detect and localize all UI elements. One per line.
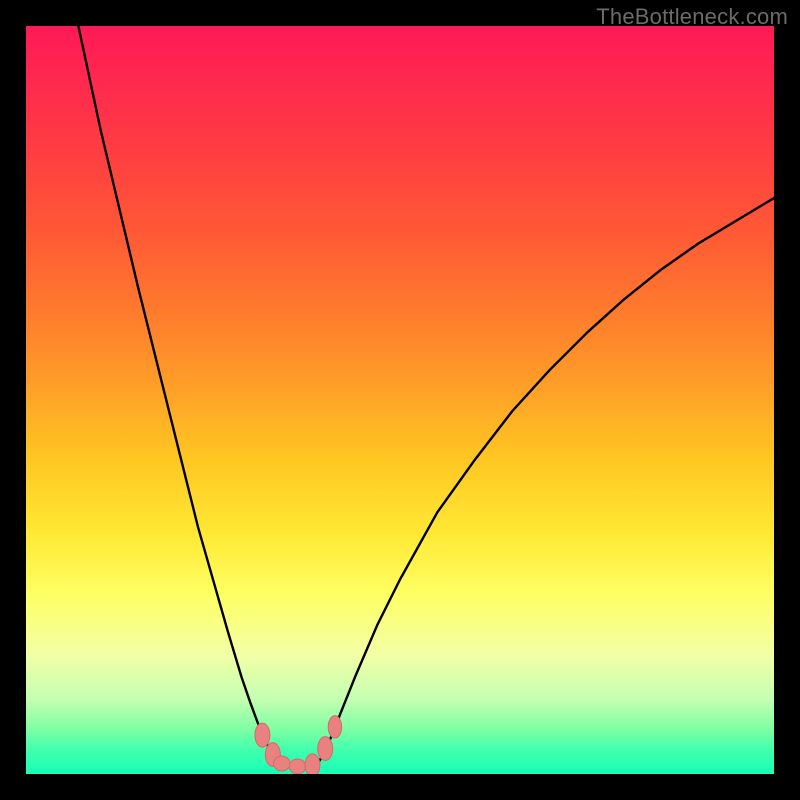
bottleneck-curve	[78, 26, 774, 767]
chart-frame	[26, 26, 774, 774]
curve-markers	[255, 716, 342, 774]
curve-marker	[274, 756, 290, 771]
curve-marker	[289, 759, 305, 774]
watermark-text: TheBottleneck.com	[596, 4, 788, 30]
curve-marker	[328, 716, 341, 738]
chart-svg	[26, 26, 774, 774]
curve-marker	[305, 754, 320, 774]
curve-marker	[318, 737, 333, 761]
curve-marker	[255, 723, 270, 747]
